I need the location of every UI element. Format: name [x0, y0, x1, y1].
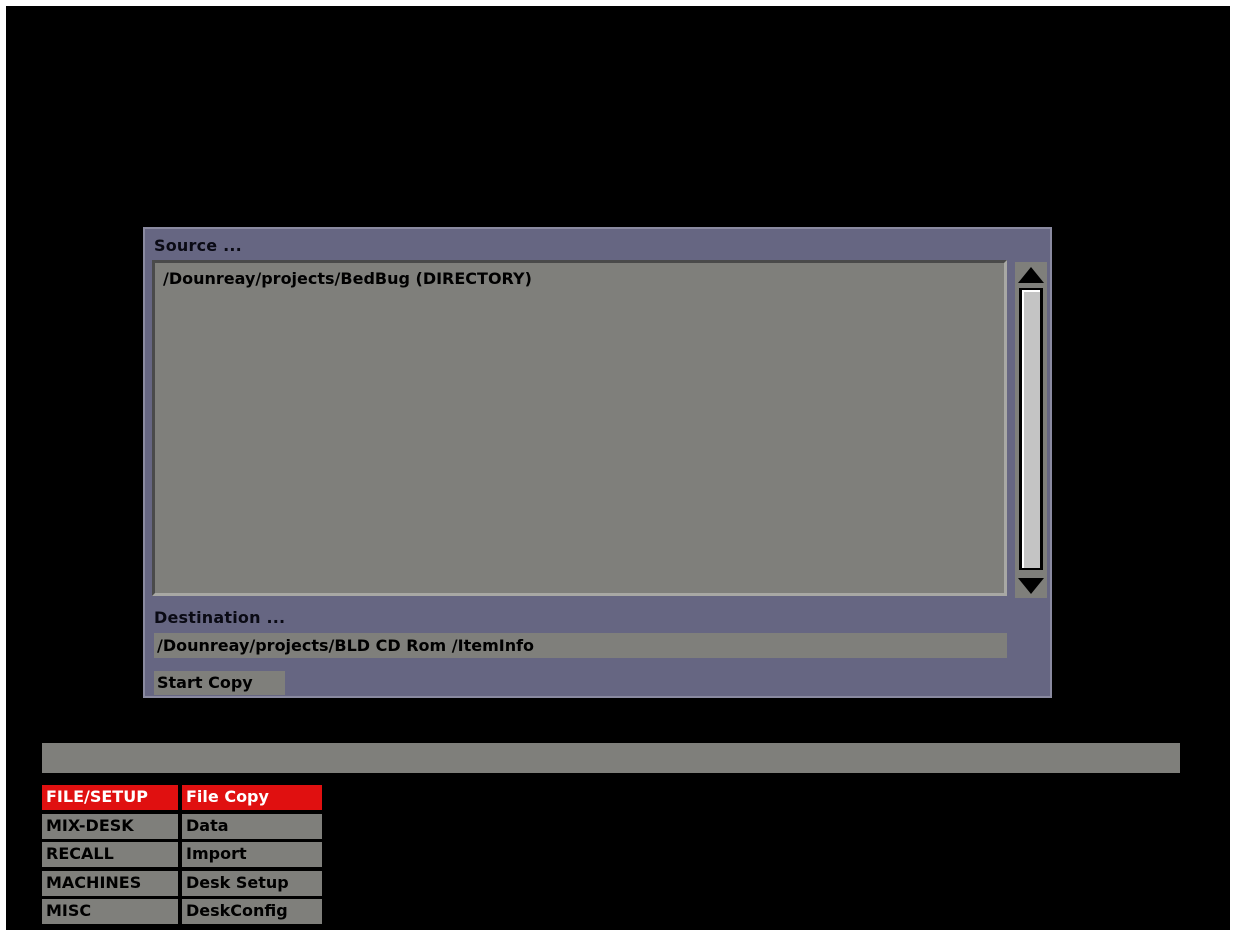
triangle-down-icon	[1018, 578, 1044, 594]
sub-menu-desk-setup[interactable]: Desk Setup	[182, 871, 322, 896]
main-menu-recall[interactable]: RECALL	[42, 842, 178, 867]
sub-menu-file-copy[interactable]: File Copy	[182, 785, 322, 810]
source-list[interactable]: /Dounreay/projects/BedBug (DIRECTORY)	[152, 260, 1007, 596]
scroll-down-button[interactable]	[1015, 574, 1047, 598]
sub-menu-data[interactable]: Data	[182, 814, 322, 839]
sub-menu-import[interactable]: Import	[182, 842, 322, 867]
start-copy-button[interactable]: Start Copy	[154, 671, 285, 695]
status-bar	[42, 743, 1180, 773]
main-menu-misc[interactable]: MISC	[42, 899, 178, 924]
main-menu-file-setup[interactable]: FILE/SETUP	[42, 785, 178, 810]
scroll-thumb[interactable]	[1022, 290, 1040, 568]
scroll-up-button[interactable]	[1015, 262, 1047, 286]
scroll-track[interactable]	[1019, 288, 1043, 570]
destination-field[interactable]: /Dounreay/projects/BLD CD Rom /ItemInfo	[154, 633, 1007, 658]
sub-menu-deskconfig[interactable]: DeskConfig	[182, 899, 322, 924]
file-copy-dialog: Source ... /Dounreay/projects/BedBug (DI…	[143, 227, 1052, 698]
source-scrollbar[interactable]	[1015, 262, 1047, 598]
screen: Source ... /Dounreay/projects/BedBug (DI…	[6, 6, 1230, 930]
main-menu-machines[interactable]: MACHINES	[42, 871, 178, 896]
main-menu-mix-desk[interactable]: MIX-DESK	[42, 814, 178, 839]
source-list-item[interactable]: /Dounreay/projects/BedBug (DIRECTORY)	[163, 269, 532, 288]
triangle-up-icon	[1018, 267, 1044, 283]
source-label: Source ...	[154, 236, 242, 255]
destination-value: /Dounreay/projects/BLD CD Rom /ItemInfo	[157, 636, 535, 655]
destination-label: Destination ...	[154, 608, 286, 627]
